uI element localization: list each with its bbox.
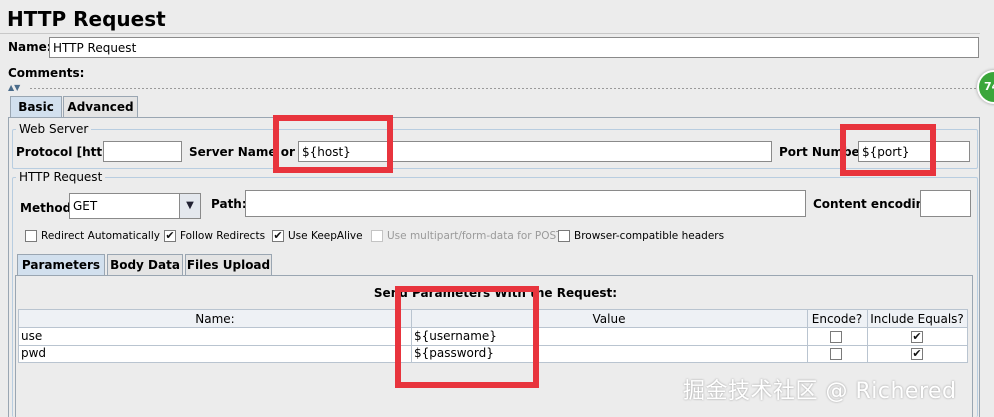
comments-label: Comments: bbox=[8, 66, 85, 80]
method-select[interactable]: GET ▼ bbox=[69, 193, 201, 219]
column-header-include-equals[interactable]: Include Equals? bbox=[867, 311, 967, 327]
include-equals-checkbox[interactable]: ✔ bbox=[911, 331, 923, 343]
web-server-title: Web Server bbox=[16, 122, 92, 136]
use-keepalive-checkbox[interactable]: ✔ bbox=[272, 230, 284, 242]
encode-checkbox[interactable] bbox=[830, 331, 842, 343]
title-divider bbox=[0, 33, 980, 34]
splitter-bar[interactable] bbox=[30, 88, 980, 89]
encode-checkbox[interactable] bbox=[830, 348, 842, 360]
method-value: GET bbox=[73, 199, 98, 213]
column-header-encode[interactable]: Encode? bbox=[807, 311, 867, 327]
use-keepalive-label: Use KeepAlive bbox=[288, 230, 363, 242]
path-label: Path: bbox=[211, 197, 247, 211]
browser-compatible-headers-checkbox[interactable] bbox=[558, 230, 570, 242]
content-encoding-label: Content encoding: bbox=[813, 197, 938, 211]
column-header-name[interactable]: Name: bbox=[19, 311, 411, 327]
use-multipart-label: Use multipart/form-data for POST bbox=[387, 230, 563, 242]
protocol-input[interactable] bbox=[103, 141, 182, 162]
highlight-box-port bbox=[840, 124, 936, 176]
tab-files-upload[interactable]: Files Upload bbox=[185, 254, 272, 276]
use-multipart-checkbox bbox=[371, 230, 383, 242]
follow-redirects-checkbox[interactable]: ✔ bbox=[164, 230, 176, 242]
column-divider bbox=[867, 310, 868, 362]
name-label: Name: bbox=[8, 40, 52, 54]
tab-parameters[interactable]: Parameters bbox=[17, 254, 105, 276]
column-divider bbox=[807, 310, 808, 362]
content-encoding-input[interactable] bbox=[920, 190, 971, 217]
highlight-box-server bbox=[273, 115, 393, 173]
tab-basic[interactable]: Basic bbox=[10, 96, 62, 118]
redirect-automatically-checkbox[interactable] bbox=[25, 230, 37, 242]
path-input[interactable] bbox=[245, 190, 806, 217]
name-input[interactable] bbox=[49, 37, 979, 58]
browser-compatible-headers-label: Browser-compatible headers bbox=[574, 230, 725, 242]
panel-title: HTTP Request bbox=[7, 7, 166, 31]
chevron-down-icon[interactable]: ▼ bbox=[179, 194, 200, 218]
splitter-arrows-icon[interactable]: ▲▼ bbox=[8, 84, 30, 92]
side-badge[interactable]: 74 bbox=[977, 70, 994, 104]
highlight-box-params bbox=[395, 286, 539, 388]
param-name-cell[interactable]: use bbox=[19, 329, 411, 344]
tab-advanced[interactable]: Advanced bbox=[63, 96, 138, 118]
http-request-title: HTTP Request bbox=[16, 170, 106, 184]
watermark-text: 掘金技术社区 @ Richered bbox=[683, 379, 957, 404]
include-equals-checkbox[interactable]: ✔ bbox=[911, 348, 923, 360]
redirect-automatically-label: Redirect Automatically bbox=[41, 230, 160, 242]
method-label: Method: bbox=[20, 201, 76, 215]
tab-body-data[interactable]: Body Data bbox=[107, 254, 183, 276]
param-name-cell[interactable]: pwd bbox=[19, 346, 411, 361]
follow-redirects-label: Follow Redirects bbox=[180, 230, 266, 242]
